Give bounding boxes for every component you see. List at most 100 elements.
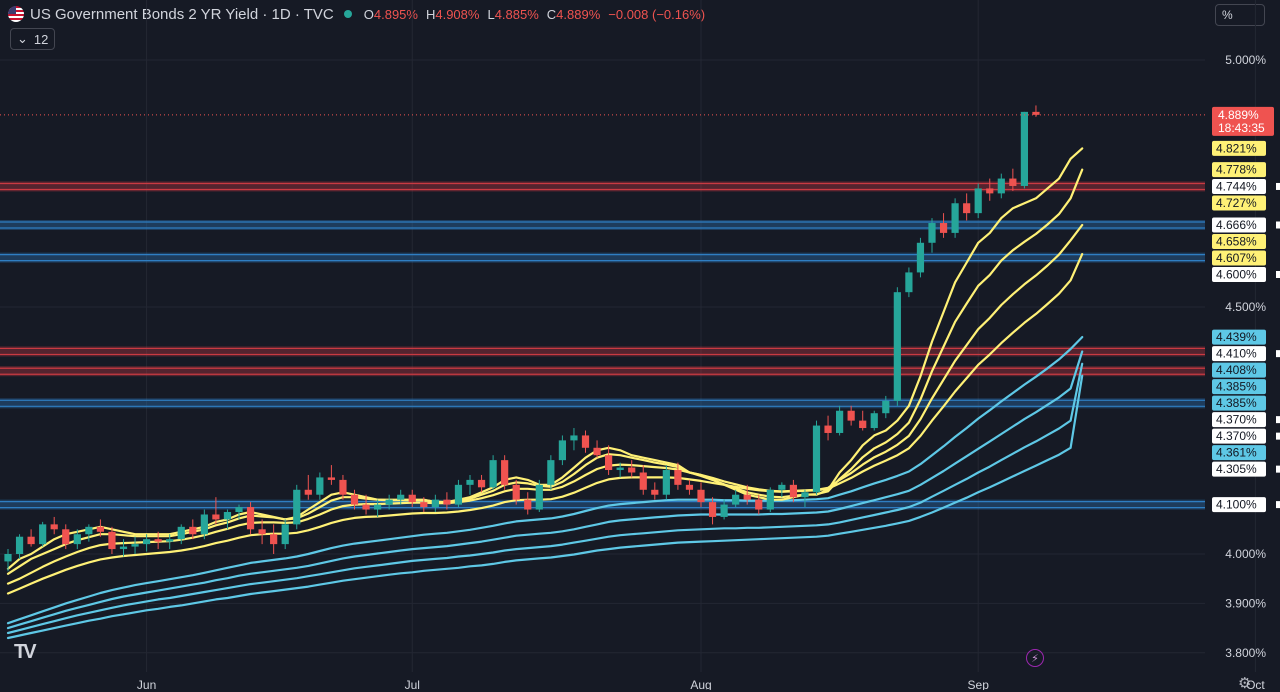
candle-body	[674, 470, 682, 485]
candle-body	[685, 484, 694, 490]
candle-body	[535, 484, 543, 510]
gear-icon[interactable]: ⚙	[1238, 674, 1251, 692]
candle-body	[327, 477, 335, 480]
candle-body	[697, 489, 705, 503]
candle-body	[766, 489, 774, 510]
candle-body	[293, 489, 301, 525]
bolt-icon[interactable]: ⚡	[1026, 649, 1044, 667]
candle	[524, 492, 532, 515]
badge-text: 4.666%	[1216, 218, 1257, 232]
x-tick-label: Jun	[137, 678, 156, 690]
badge-text: 4.385%	[1216, 380, 1257, 394]
badge-text: 4.305%	[1216, 462, 1257, 476]
candle-body	[789, 484, 797, 498]
level-price-label: 4.370%	[1212, 412, 1280, 428]
slow-ema-line	[6, 336, 1084, 625]
candle	[812, 420, 821, 495]
y-tick-label: 4.500%	[1225, 300, 1266, 314]
candle-body	[374, 504, 382, 510]
level-price-label: 4.744%	[1212, 178, 1280, 194]
badge-marker	[1276, 221, 1280, 229]
candle	[327, 465, 335, 485]
badge-marker	[1276, 270, 1280, 278]
candle-body	[477, 479, 486, 488]
candle-body	[108, 531, 116, 550]
candle-body	[96, 526, 104, 532]
candle-body	[212, 514, 220, 520]
ema-price-label: 4.778%	[1212, 162, 1266, 178]
candle-body	[166, 539, 174, 542]
badge-marker	[1276, 182, 1280, 190]
candle-body	[824, 425, 832, 433]
badge-text: 4.439%	[1216, 330, 1257, 344]
candle	[466, 474, 474, 495]
candle	[905, 267, 913, 298]
candle-body	[882, 400, 890, 414]
candle-body	[304, 489, 312, 495]
candle-body	[512, 484, 520, 500]
candle	[501, 455, 509, 490]
candle	[177, 524, 185, 545]
candle-body	[558, 440, 566, 461]
y-tick-label: 4.000%	[1225, 547, 1266, 561]
badge-text: 4.370%	[1216, 429, 1257, 443]
badge-text: 4.600%	[1216, 267, 1257, 281]
candle-body	[939, 223, 948, 233]
candle-body	[443, 499, 451, 505]
candle-body	[362, 504, 370, 510]
level-price-label: 4.410%	[1212, 346, 1280, 362]
candle	[223, 509, 232, 530]
candle-body	[836, 410, 844, 433]
candle-body	[339, 479, 347, 495]
x-tick-label: Aug	[690, 678, 711, 690]
badge-text: 4.385%	[1216, 396, 1257, 410]
candle-body	[62, 529, 70, 545]
candle-body	[801, 492, 809, 498]
candle	[547, 455, 555, 490]
badge-text: 4.821%	[1216, 141, 1257, 155]
candle-body	[1032, 111, 1040, 115]
candle-body	[570, 435, 578, 441]
candle	[662, 465, 670, 500]
candle-body	[1009, 178, 1017, 186]
candle	[558, 435, 566, 466]
candle-body	[200, 514, 208, 535]
candle-body	[177, 526, 185, 540]
badge-text: 4.370%	[1216, 413, 1257, 427]
candle-body	[905, 272, 913, 293]
tradingview-logo-icon[interactable]: TV	[14, 641, 36, 664]
candle-body	[466, 479, 474, 485]
candle-body	[281, 524, 289, 545]
candle-body	[639, 472, 647, 490]
candle-body	[812, 425, 821, 493]
candle-body	[131, 544, 139, 547]
price-chart[interactable]: 5.000% 4.500% 4.000% 3.900% 3.800% Jun Jul Aug S…	[0, 0, 1280, 690]
candle-body	[454, 484, 463, 505]
ema-price-label: 4.727%	[1212, 195, 1266, 211]
candle	[766, 487, 774, 513]
candle-body	[350, 494, 359, 505]
badge-text: 4.607%	[1216, 251, 1257, 265]
candle	[639, 465, 647, 495]
candle	[570, 428, 578, 451]
candle	[836, 405, 844, 436]
badge-marker	[1276, 350, 1280, 358]
candle	[27, 529, 35, 547]
time-axis: Jun Jul Aug Sep Oct	[137, 678, 1265, 690]
candle-body	[4, 554, 12, 562]
candle-body	[581, 435, 590, 448]
candle-body	[916, 242, 925, 273]
candle	[951, 198, 959, 238]
level-price-label: 4.600%	[1212, 266, 1280, 282]
candle-body	[778, 484, 786, 490]
axis-badges: 4.821% 4.778% 4.744% 4.727% 4.666% 4.658% 4.60…	[1212, 140, 1280, 513]
candle	[304, 474, 312, 500]
badge-text: 4.100%	[1216, 498, 1257, 512]
candle-body	[189, 526, 197, 535]
candle	[339, 474, 347, 500]
x-tick-label: Jul	[405, 678, 420, 690]
candle	[39, 521, 47, 547]
candle	[1032, 105, 1040, 117]
badge-text: 4.361%	[1216, 446, 1257, 460]
candle-body	[397, 494, 405, 500]
